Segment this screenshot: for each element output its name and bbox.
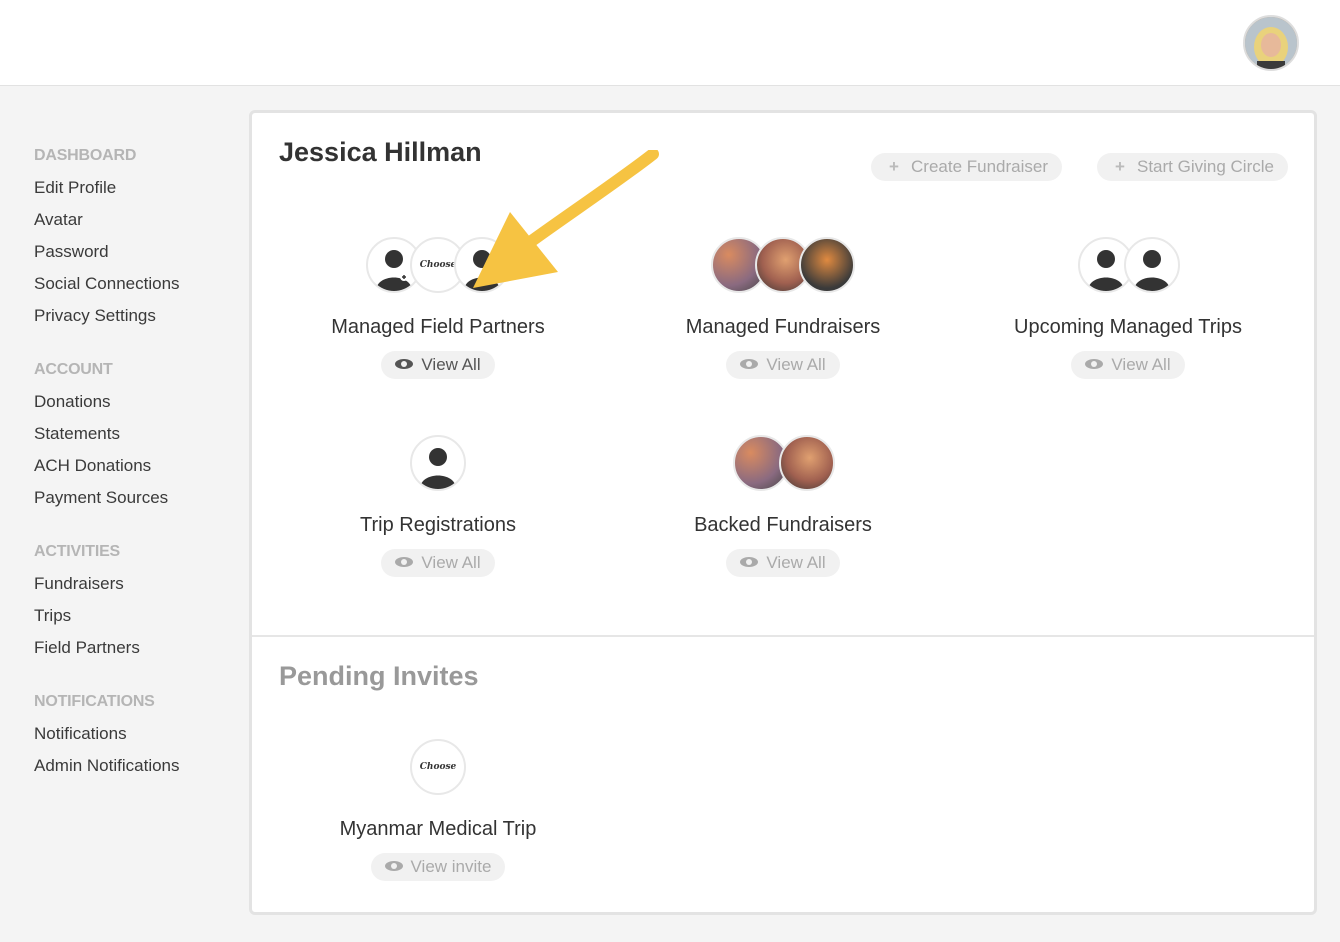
view-all-label: View All: [421, 355, 481, 374]
view-all-button[interactable]: View All: [381, 549, 495, 577]
view-invite-button[interactable]: View invite: [370, 853, 506, 881]
tile-managed-field-partners: Choose Hope Managed Field Partners View …: [268, 237, 608, 379]
view-all-label: View All: [766, 553, 826, 572]
trip-avatar[interactable]: [1124, 237, 1180, 293]
tile-label: Trip Registrations: [360, 514, 516, 536]
section-divider: [252, 635, 1314, 637]
eye-icon: [740, 359, 759, 369]
view-all-button[interactable]: View All: [1071, 351, 1185, 379]
user-avatar[interactable]: [1243, 15, 1299, 71]
logo-text: Choose Hope: [419, 762, 457, 772]
view-all-label: View All: [766, 355, 826, 374]
eye-icon: [384, 861, 403, 871]
avatar-group: [613, 435, 953, 493]
trip-registration-avatar[interactable]: [410, 435, 466, 491]
sidebar-heading: ACTIVITIES: [34, 543, 121, 560]
avatar-group: [613, 237, 953, 295]
view-all-label: View All: [421, 553, 481, 572]
field-partner-avatar[interactable]: [454, 237, 510, 293]
eye-icon: [395, 359, 414, 369]
create-fundraiser-button[interactable]: + Create Fundraiser: [871, 153, 1063, 181]
view-invite-label: View invite: [410, 857, 492, 876]
tile-label: Upcoming Managed Trips: [1014, 316, 1242, 338]
tile-label: Backed Fundraisers: [694, 514, 872, 536]
tile-backed-fundraisers: Backed Fundraisers View All: [613, 435, 953, 577]
dashboard-card: Jessica Hillman + Create Fundraiser + Star…: [249, 110, 1317, 915]
start-giving-circle-button[interactable]: + Start Giving Circle: [1097, 153, 1288, 181]
avatar-group: Choose Hope: [268, 739, 608, 797]
pending-invite: Choose Hope Myanmar Medical Trip View in…: [268, 739, 608, 881]
sidebar-item-fundraisers[interactable]: Fundraisers: [34, 573, 234, 605]
sidebar-item-donations[interactable]: Donations: [34, 391, 234, 423]
page-title: Jessica Hillman: [279, 137, 482, 167]
sidebar-heading: DASHBOARD: [34, 147, 137, 164]
sidebar: DASHBOARD Edit Profile Avatar Password S…: [34, 145, 234, 809]
sidebar-item-avatar[interactable]: Avatar: [34, 209, 234, 241]
eye-icon: [1085, 359, 1104, 369]
view-all-button[interactable]: View All: [381, 351, 495, 379]
avatar-group: [958, 237, 1298, 295]
sidebar-item-field-partners[interactable]: Field Partners: [34, 637, 234, 669]
sidebar-item-edit-profile[interactable]: Edit Profile: [34, 177, 234, 209]
sidebar-section-dashboard: DASHBOARD Edit Profile Avatar Password S…: [34, 145, 234, 337]
sidebar-item-social-connections[interactable]: Social Connections: [34, 273, 234, 305]
invite-logo-avatar[interactable]: Choose Hope: [410, 739, 466, 795]
sidebar-heading: ACCOUNT: [34, 361, 113, 378]
view-all-button[interactable]: View All: [726, 549, 840, 577]
tile-upcoming-managed-trips: Upcoming Managed Trips View All: [958, 237, 1298, 379]
tile-label: Managed Field Partners: [331, 316, 545, 338]
tile-label: Managed Fundraisers: [685, 316, 881, 338]
sidebar-item-trips[interactable]: Trips: [34, 605, 234, 637]
eye-icon: [740, 557, 759, 567]
sidebar-item-payment-sources[interactable]: Payment Sources: [34, 487, 234, 519]
sidebar-heading: NOTIFICATIONS: [34, 693, 155, 710]
plus-icon: +: [1115, 157, 1125, 176]
plus-icon: +: [889, 157, 899, 176]
sidebar-item-ach-donations[interactable]: ACH Donations: [34, 455, 234, 487]
tile-trip-registrations: Trip Registrations View All: [268, 435, 608, 577]
sidebar-item-password[interactable]: Password: [34, 241, 234, 273]
sidebar-item-notifications[interactable]: Notifications: [34, 723, 234, 755]
fundraiser-avatar[interactable]: [799, 237, 855, 293]
sidebar-item-privacy-settings[interactable]: Privacy Settings: [34, 305, 234, 337]
avatar-group: [268, 435, 608, 493]
tile-managed-fundraisers: Managed Fundraisers View All: [613, 237, 953, 379]
sidebar-item-admin-notifications[interactable]: Admin Notifications: [34, 755, 234, 787]
sidebar-item-statements[interactable]: Statements: [34, 423, 234, 455]
view-all-label: View All: [1111, 355, 1171, 374]
invite-label: Myanmar Medical Trip: [339, 818, 537, 840]
view-all-button[interactable]: View All: [726, 351, 840, 379]
start-giving-circle-label: Start Giving Circle: [1137, 157, 1274, 176]
sidebar-section-activities: ACTIVITIES Fundraisers Trips Field Partn…: [34, 541, 234, 669]
sidebar-section-account: ACCOUNT Donations Statements ACH Donatio…: [34, 359, 234, 519]
eye-icon: [395, 557, 414, 567]
create-fundraiser-label: Create Fundraiser: [911, 157, 1049, 176]
pending-invites-title: Pending Invites: [279, 661, 479, 691]
top-bar: [0, 0, 1340, 86]
sidebar-section-notifications: NOTIFICATIONS Notifications Admin Notifi…: [34, 691, 234, 787]
fundraiser-avatar[interactable]: [779, 435, 835, 491]
avatar-group: Choose Hope: [268, 237, 608, 295]
